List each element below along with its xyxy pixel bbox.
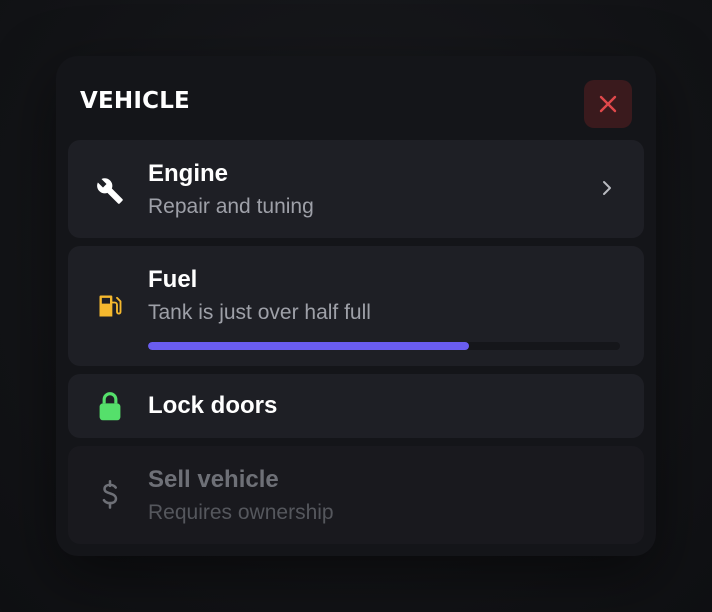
close-button[interactable]: [584, 80, 632, 128]
fuel-pump-icon: [96, 290, 124, 322]
menu-item-label: Engine: [148, 160, 229, 187]
fuel-progress-fill: [148, 342, 469, 350]
dollar-icon: [96, 479, 124, 511]
lock-icon: [96, 390, 124, 422]
fuel-progress-bar: [148, 342, 620, 350]
menu-item-subtitle: Tank is just over half full: [148, 301, 371, 324]
wrench-icon: [96, 175, 124, 207]
menu-item-label: Sell vehicle: [148, 466, 279, 493]
close-icon: [599, 95, 617, 113]
menu-item-label: Fuel: [148, 266, 198, 293]
menu-item-lock-doors[interactable]: Lock doors: [68, 374, 644, 438]
menu-item-engine[interactable]: Engine Repair and tuning: [68, 140, 644, 238]
menu-item-subtitle: Requires ownership: [148, 501, 334, 524]
menu-item-sell-vehicle: Sell vehicle Requires ownership: [68, 446, 644, 544]
menu-item-label: Lock doors: [148, 392, 278, 419]
menu-title: VEHICLE: [80, 88, 190, 114]
chevron-right-icon: [603, 181, 611, 195]
menu-item-subtitle: Repair and tuning: [148, 195, 314, 218]
menu-item-fuel[interactable]: Fuel Tank is just over half full: [68, 246, 644, 366]
